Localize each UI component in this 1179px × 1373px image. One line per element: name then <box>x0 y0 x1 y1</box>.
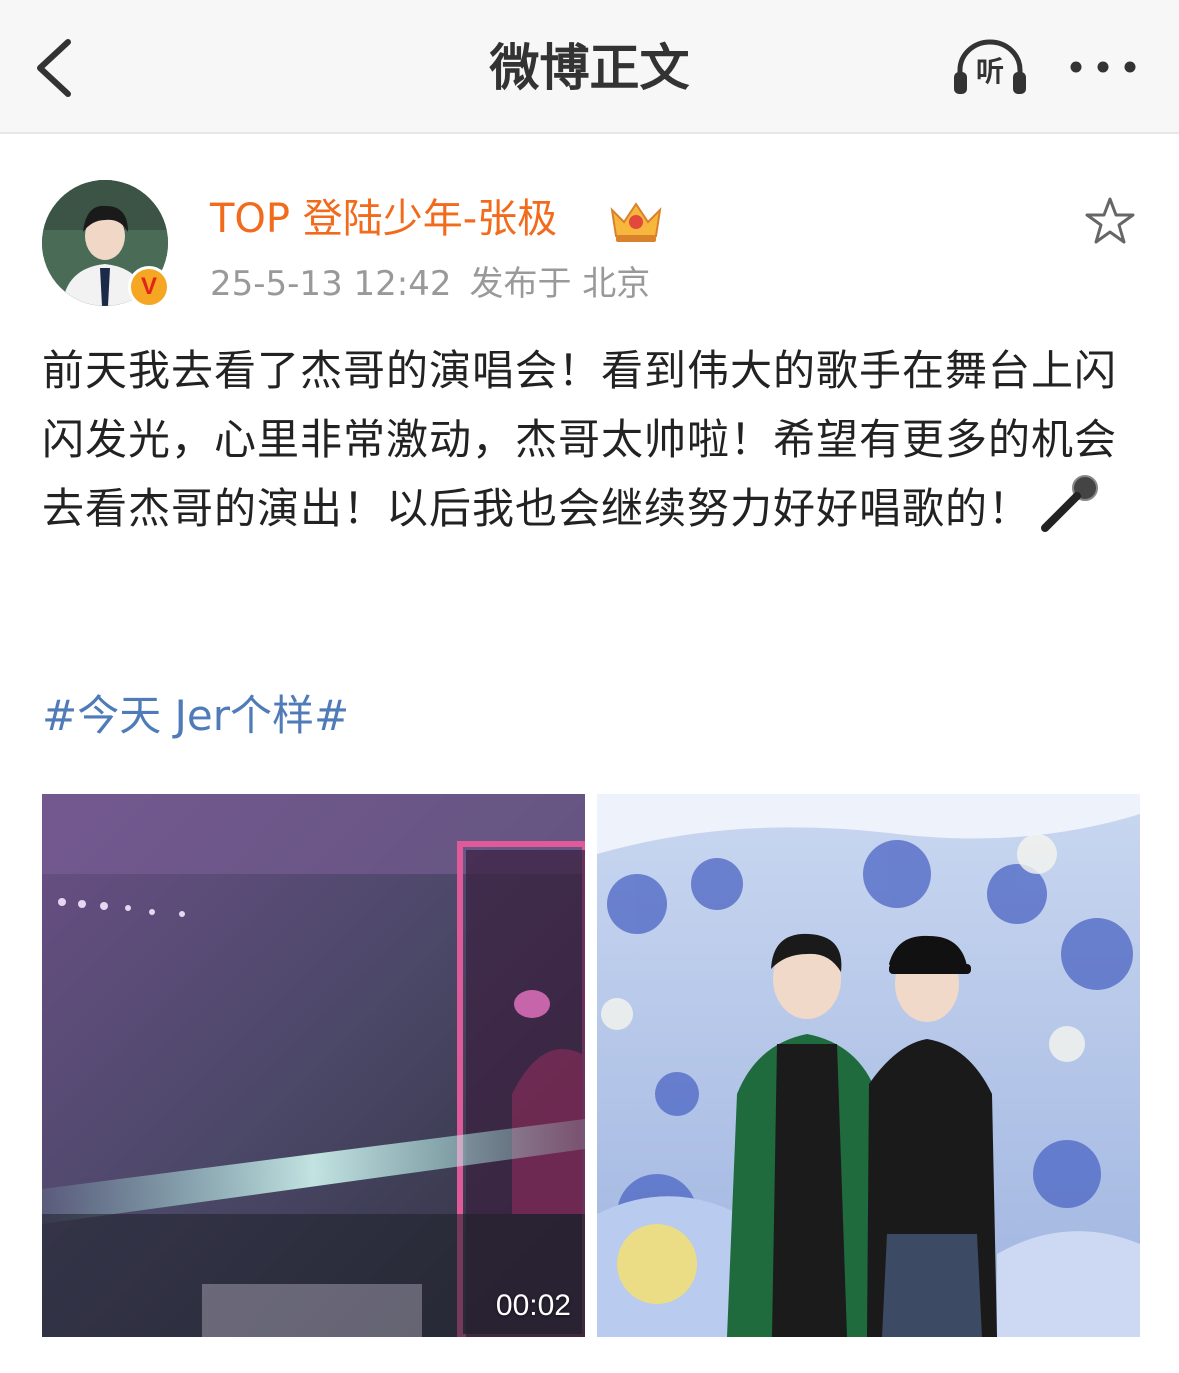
microphone-icon <box>1041 475 1099 532</box>
photo-thumbnail[interactable] <box>597 794 1140 1337</box>
post-text: 前天我去看了杰哥的演唱会！看到伟大的歌手在舞台上闪闪发光，心里非常激动，杰哥太帅… <box>42 336 1132 543</box>
post-body: 前天我去看了杰哥的演唱会！看到伟大的歌手在舞台上闪闪发光，心里非常激动，杰哥太帅… <box>42 346 1118 533</box>
post-time: 25-5-13 12:42 <box>210 264 452 304</box>
listen-label: 听 <box>975 55 1004 88</box>
author-name[interactable]: TOP 登陆少年-张极 <box>210 192 557 246</box>
listen-button[interactable]: 听 <box>950 38 1030 98</box>
top-nav-bar: 微博正文 听 <box>0 0 1179 134</box>
star-icon[interactable] <box>1082 194 1138 250</box>
crown-icon <box>610 202 662 242</box>
post-meta: 25-5-13 12:42 发布于 北京 <box>210 258 650 310</box>
hashtag-link[interactable]: #今天 Jer个样# <box>42 686 349 746</box>
verified-badge: V <box>128 266 170 308</box>
post-location: 发布于 北京 <box>469 264 651 304</box>
video-duration: 00:02 <box>495 1289 571 1322</box>
more-icon[interactable] <box>1068 52 1138 82</box>
video-thumbnail[interactable]: 00:02 <box>42 794 585 1337</box>
